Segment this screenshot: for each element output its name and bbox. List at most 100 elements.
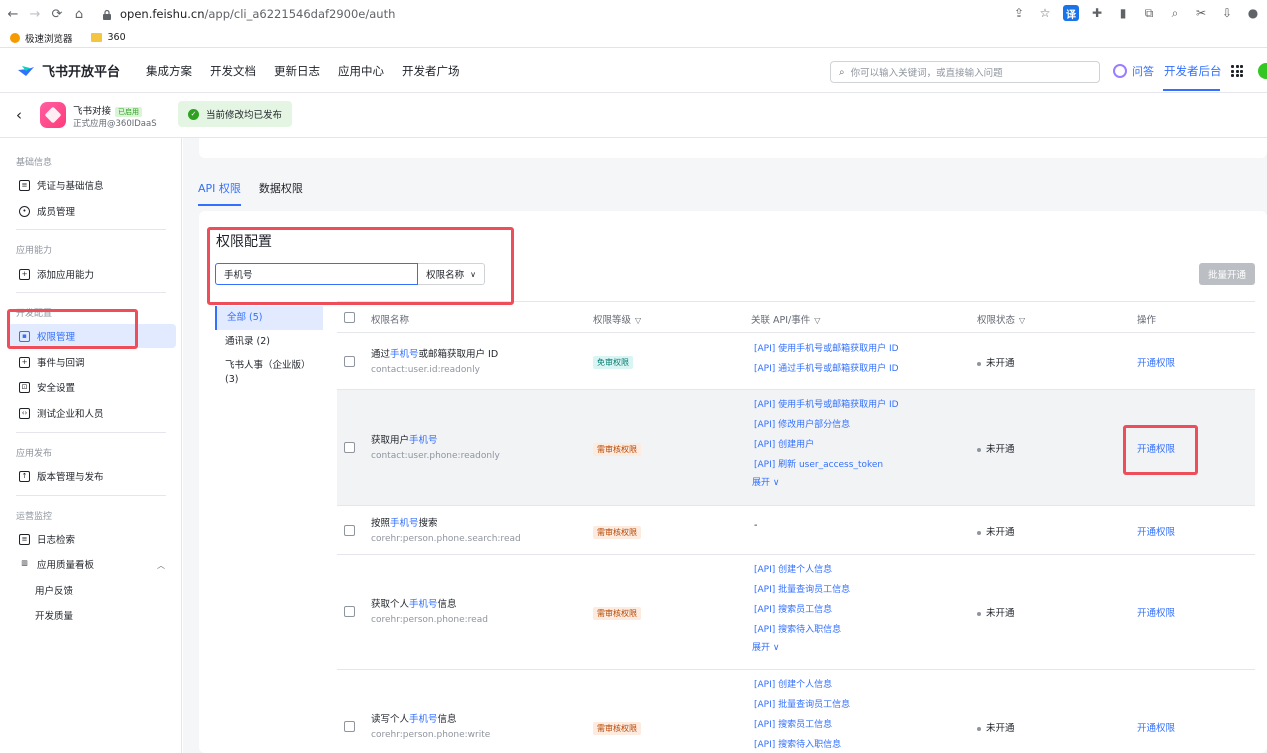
api-link[interactable]: [API] 创建个人信息	[754, 675, 850, 695]
search-input[interactable]: ⌕ 你可以输入关键词，或直接输入问题	[830, 61, 1100, 83]
enable-permission-link[interactable]: 开通权限	[1137, 605, 1175, 619]
api-link[interactable]: [API] 使用手机号或邮箱获取用户 ID	[754, 339, 899, 359]
back-icon[interactable]: ←	[4, 5, 22, 23]
filter-icon[interactable]: ▽	[1019, 316, 1025, 325]
sidebar-item-security[interactable]: ⊡ 安全设置	[8, 375, 176, 399]
api-link[interactable]: [API] 搜索待入职信息	[754, 735, 850, 753]
row-checkbox[interactable]	[344, 721, 355, 732]
api-link[interactable]: [API] 刷新 user_access_token	[754, 455, 899, 475]
nav-item[interactable]: 应用中心	[338, 63, 384, 79]
tab-data-permissions[interactable]: 数据权限	[259, 180, 303, 206]
ask-button[interactable]: 问答	[1113, 63, 1154, 79]
column-header-status[interactable]: 权限状态 ▽	[977, 312, 1025, 326]
translate-icon[interactable]: 译	[1063, 5, 1079, 21]
api-link[interactable]: [API] 修改用户部分信息	[754, 415, 899, 435]
enable-permission-link[interactable]: 开通权限	[1137, 720, 1175, 734]
divider	[16, 495, 166, 496]
column-header-level[interactable]: 权限等级 ▽	[593, 312, 641, 326]
grid-plus-icon: +	[19, 268, 30, 280]
row-checkbox[interactable]	[344, 525, 355, 536]
nav-item[interactable]: 集成方案	[146, 63, 192, 79]
status-badge: 已启用	[115, 106, 143, 117]
api-link[interactable]: [API] 批量查询员工信息	[754, 580, 850, 600]
expand-toggle[interactable]: 展开 ∨	[752, 640, 850, 653]
app-icon	[40, 102, 66, 128]
address-bar[interactable]: open.feishu.cn/app/cli_a6221546daf2900e/…	[102, 7, 395, 21]
api-link[interactable]: [API] 批量查询员工信息	[754, 695, 850, 715]
bookmark-item[interactable]: 360	[83, 32, 126, 43]
status-cell: 未开通	[977, 355, 1015, 369]
api-link[interactable]: [API] 使用手机号或邮箱获取用户 ID	[754, 395, 899, 415]
api-link[interactable]: [API] 创建用户	[754, 435, 899, 455]
nav-item[interactable]: 开发文档	[210, 63, 256, 79]
level-tag: 免审权限	[593, 356, 633, 369]
screenshot-icon[interactable]: ⧉	[1141, 5, 1157, 21]
sidebar-item-add-capability[interactable]: + 添加应用能力	[8, 262, 176, 286]
sidebar-icon[interactable]: ▮	[1115, 5, 1131, 21]
table-header: 权限名称 权限等级 ▽ 关联 API/事件 ▽ 权限状态 ▽ 操作	[337, 301, 1255, 333]
bookmark-item[interactable]: 极速浏览器	[10, 31, 73, 45]
api-link[interactable]: [API] 通过手机号或邮箱获取用户 ID	[754, 359, 899, 379]
share-icon[interactable]: ⇪	[1011, 5, 1027, 21]
avatar[interactable]	[1258, 63, 1267, 79]
download-icon[interactable]: ⇩	[1219, 5, 1235, 21]
api-link[interactable]: [API] 搜索员工信息	[754, 715, 850, 735]
cut-icon[interactable]: ✂	[1193, 5, 1209, 21]
batch-enable-button[interactable]: 批量开通	[1199, 263, 1255, 285]
row-checkbox[interactable]	[344, 442, 355, 453]
api-link[interactable]: [API] 创建个人信息	[754, 560, 850, 580]
permission-name: 获取用户手机号	[371, 435, 438, 446]
expand-toggle[interactable]: 展开 ∨	[752, 475, 899, 488]
apps-grid-icon[interactable]	[1231, 65, 1243, 77]
sidebar-item-test-org[interactable]: ‹› 测试企业和人员	[8, 401, 176, 425]
home-icon[interactable]: ⌂	[70, 5, 88, 23]
sidebar-item-events[interactable]: + 事件与回调	[8, 350, 176, 374]
filter-icon[interactable]: ▽	[814, 316, 820, 325]
search-icon: ⌕	[839, 66, 845, 78]
table-row: 读写个人手机号信息 corehr:person.phone:write 需审核权…	[337, 670, 1255, 753]
filter-icon[interactable]: ▽	[635, 316, 641, 325]
profile-icon[interactable]: ●	[1245, 5, 1261, 21]
sidebar-item-credentials[interactable]: ≡ 凭证与基础信息	[8, 173, 176, 197]
search-icon[interactable]: ⌕	[1167, 5, 1183, 21]
select-all-checkbox[interactable]	[344, 312, 355, 323]
sidebar-item-feedback[interactable]: 用户反馈	[8, 578, 176, 602]
platform-logo[interactable]: 飞书开放平台	[16, 61, 120, 80]
divider	[16, 432, 166, 433]
category-all[interactable]: 全部 (5)	[215, 306, 323, 330]
back-arrow-icon[interactable]: ‹	[16, 106, 22, 124]
nav-item[interactable]: 更新日志	[274, 63, 320, 79]
sidebar-item-label: 成员管理	[37, 207, 76, 218]
column-header: 权限状态	[977, 315, 1016, 326]
permission-name-cell: 获取用户手机号 contact:user.phone:readonly	[371, 432, 500, 461]
permission-code: corehr:person.phone:read	[371, 615, 488, 625]
divider	[16, 292, 166, 293]
tab-api-permissions[interactable]: API 权限	[198, 180, 241, 206]
row-checkbox[interactable]	[344, 356, 355, 367]
column-header-api[interactable]: 关联 API/事件 ▽	[751, 312, 820, 326]
enable-permission-link[interactable]: 开通权限	[1137, 355, 1175, 369]
dev-console-link[interactable]: 开发者后台	[1164, 63, 1222, 79]
forward-icon[interactable]: →	[26, 5, 44, 23]
url-path: /app/cli_a6221546daf2900e/auth	[204, 7, 396, 21]
api-link[interactable]: [API] 搜索待入职信息	[754, 620, 850, 640]
chevron-up-icon[interactable]: ︿	[157, 560, 165, 571]
star-icon[interactable]: ☆	[1037, 5, 1053, 21]
reload-icon[interactable]: ⟳	[48, 5, 66, 23]
category-contacts[interactable]: 通讯录 (2)	[215, 330, 323, 354]
sidebar-item-versions[interactable]: ↑ 版本管理与发布	[8, 464, 176, 488]
sidebar-item-logs[interactable]: ≡ 日志检索	[8, 527, 176, 551]
sidebar-item-quality[interactable]: ▥ 应用质量看板	[8, 552, 176, 576]
api-link[interactable]: [API] 搜索员工信息	[754, 600, 850, 620]
browser-toolbar: ← → ⟳ ⌂ open.feishu.cn/app/cli_a6221546d…	[0, 0, 1267, 28]
category-corehr[interactable]: 飞书人事（企业版）(3)	[215, 354, 323, 392]
row-checkbox[interactable]	[344, 606, 355, 617]
enable-permission-link[interactable]: 开通权限	[1137, 524, 1175, 538]
browser-logo-icon	[10, 32, 20, 43]
sidebar-item-members[interactable]: • 成员管理	[8, 199, 176, 223]
sidebar: 基础信息 ≡ 凭证与基础信息 • 成员管理 应用能力 + 添加应用能力 开发配置 ▪ 权…	[0, 138, 182, 753]
extension-icon[interactable]: ✚	[1089, 5, 1105, 21]
permission-table: 权限名称 权限等级 ▽ 关联 API/事件 ▽ 权限状态 ▽ 操作 通过手机号或邮箱获…	[337, 301, 1255, 753]
nav-item[interactable]: 开发者广场	[402, 63, 460, 79]
sidebar-item-dev-quality[interactable]: 开发质量	[8, 603, 176, 627]
